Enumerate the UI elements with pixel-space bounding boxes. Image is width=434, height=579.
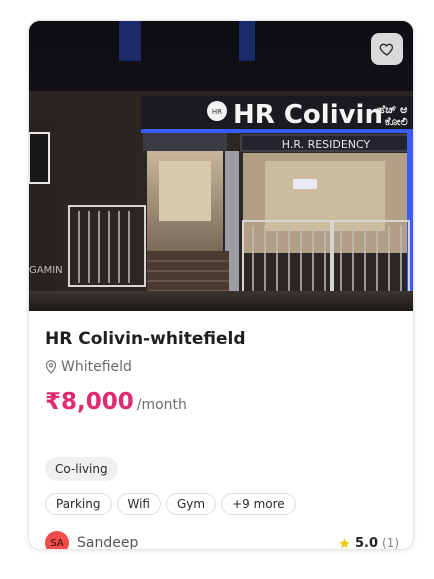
- side-text: GAMIN: [29, 265, 63, 276]
- amenity-chip-gym: Gym: [166, 493, 217, 515]
- rating-count: (1): [382, 536, 399, 550]
- host-name: Sandeep: [77, 535, 139, 550]
- location-text: Whitefield: [61, 359, 132, 375]
- avatar: SA: [45, 531, 69, 549]
- listing-title[interactable]: HR Colivin-whitefield: [45, 329, 246, 349]
- star-icon: [339, 537, 350, 548]
- listing-footer: SA Sandeep 5.0 (1): [45, 531, 399, 550]
- sign-text: HR Colivin: [233, 100, 383, 130]
- host-info[interactable]: SA Sandeep: [45, 531, 139, 550]
- rating: 5.0 (1): [338, 531, 399, 550]
- more-amenities-chip[interactable]: +9 more: [221, 493, 296, 515]
- residency-text: H.R. RESIDENCY: [282, 138, 371, 151]
- amenity-chip-wifi: Wifi: [116, 493, 161, 515]
- listing-card[interactable]: HR HR Colivin ಹೆಚ್ ಆ ಕೋಲಿ H.R. RESIDENCY: [28, 20, 414, 550]
- amenity-chip-parking: Parking: [45, 493, 112, 515]
- location-pin-icon: [45, 360, 57, 374]
- favorite-button[interactable]: [371, 33, 403, 65]
- listing-photo[interactable]: HR HR Colivin ಹೆಚ್ ಆ ಕೋಲಿ H.R. RESIDENCY: [29, 21, 413, 311]
- price-row: ₹8,000 /month: [45, 389, 187, 415]
- sign-logo-text: HR: [212, 108, 222, 116]
- rating-value: 5.0: [354, 535, 378, 550]
- listing-location: Whitefield: [45, 359, 132, 375]
- building-photo: HR HR Colivin ಹೆಚ್ ಆ ಕೋಲಿ H.R. RESIDENCY: [29, 21, 413, 311]
- sign-regional-text-2: ಕೋಲಿ: [385, 115, 408, 128]
- heart-outline-icon: [379, 43, 394, 56]
- property-type-badge: Co-living: [45, 457, 118, 481]
- price-period: /month: [136, 397, 187, 413]
- amenities-list: Parking Wifi Gym +9 more: [45, 493, 301, 515]
- price-value: ₹8,000: [45, 389, 134, 415]
